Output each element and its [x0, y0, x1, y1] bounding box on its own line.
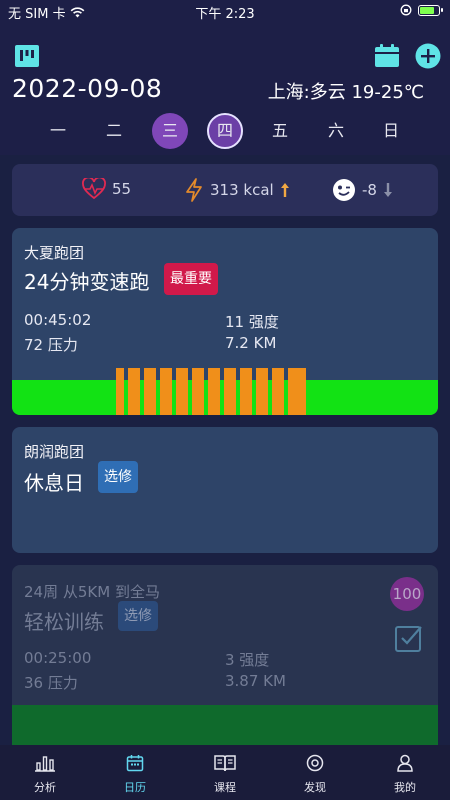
tab-label: 分析: [34, 781, 56, 794]
plan-workout-card[interactable]: 24周 从5KM 到全马 轻松训练 选修 100 00:25:00 3 强度 3…: [12, 565, 438, 745]
battery-icon: [418, 4, 443, 16]
book-icon: [214, 755, 236, 772]
workout-profile-bar: [12, 705, 438, 745]
rest-day-card[interactable]: 朗润跑团 休息日 选修: [12, 427, 438, 553]
club-name: 朗润跑团: [24, 443, 85, 461]
workout-title: 轻松训练: [24, 610, 104, 634]
elective-badge: 选修: [98, 461, 138, 493]
weekday-mon[interactable]: 一: [40, 113, 76, 149]
pressure-value: 72 压力: [24, 336, 78, 354]
weekday-fri[interactable]: 五: [262, 113, 298, 149]
weekday-thu[interactable]: 四: [207, 113, 243, 149]
weather-text: 上海:多云 19-25℃: [267, 82, 424, 103]
schedule-list[interactable]: 55 313 kcal -8 大夏跑团 24分钟变速跑 最重要 00:45:02…: [0, 155, 450, 745]
orientation-lock-icon: [400, 4, 412, 16]
tab-label: 发现: [304, 781, 326, 794]
workout-title: 24分钟变速跑: [24, 270, 150, 294]
workout-title: 休息日: [24, 471, 84, 495]
add-icon[interactable]: [415, 43, 441, 69]
mood-value: -8: [362, 181, 377, 199]
weekday-wed[interactable]: 三: [152, 113, 188, 149]
weekday-sun[interactable]: 日: [373, 113, 409, 149]
mood-face-icon: [333, 179, 355, 201]
calorie-value: 313 kcal: [210, 181, 274, 199]
energy-icon: [186, 178, 202, 202]
tab-label: 我的: [394, 781, 416, 794]
week-selector: 一 二 三 四 五 六 日: [0, 113, 450, 149]
club-name: 大夏跑团: [24, 244, 85, 262]
tab-profile[interactable]: 我的: [370, 754, 440, 795]
board-icon[interactable]: [14, 44, 40, 68]
calendar-icon: [126, 755, 144, 772]
arrow-down-icon: [383, 183, 392, 197]
heart-stat: 55: [82, 178, 131, 200]
tab-courses[interactable]: 课程: [190, 754, 260, 795]
date-title[interactable]: 2022-09-08: [12, 74, 162, 103]
clock: 下午 2:23: [195, 7, 255, 22]
score-badge: 100: [390, 577, 424, 611]
pressure-value: 36 压力: [24, 674, 78, 692]
distance-value: 3.87 KM: [225, 672, 286, 690]
tab-analysis[interactable]: 分析: [10, 754, 80, 795]
compass-icon: [306, 754, 324, 772]
daily-stats: 55 313 kcal -8: [12, 164, 438, 216]
chart-icon: [35, 756, 55, 772]
checkbox-icon[interactable]: [394, 623, 424, 653]
tab-discover[interactable]: 发现: [280, 754, 350, 795]
mood-stat: -8: [332, 178, 393, 202]
duration-value: 00:25:00: [24, 649, 92, 667]
weekday-sat[interactable]: 六: [318, 113, 354, 149]
user-icon: [397, 754, 413, 772]
heart-value: 55: [112, 180, 132, 198]
calorie-stat: 313 kcal: [184, 178, 290, 202]
plan-name: 24周 从5KM 到全马: [24, 583, 160, 601]
distance-value: 7.2 KM: [225, 334, 277, 352]
arrow-up-icon: [280, 183, 289, 197]
interval-chart: [116, 368, 306, 415]
intensity-value: 11 强度: [225, 313, 279, 331]
duration-value: 00:45:02: [24, 311, 92, 329]
calendar-icon[interactable]: [374, 44, 400, 68]
weekday-tue[interactable]: 二: [96, 113, 132, 149]
priority-badge: 最重要: [164, 263, 218, 295]
tab-calendar[interactable]: 日历: [100, 754, 170, 795]
heart-rate-icon: [82, 178, 106, 200]
bottom-tab-bar: 分析 日历 课程 发现 我的: [0, 745, 450, 800]
intensity-value: 3 强度: [225, 651, 270, 669]
tab-label: 日历: [124, 781, 146, 794]
tab-label: 课程: [214, 781, 236, 794]
workout-card[interactable]: 大夏跑团 24分钟变速跑 最重要 00:45:02 11 强度 72 压力 7.…: [12, 228, 438, 415]
status-bar: 无 SIM 卡 下午 2:23: [0, 0, 450, 22]
elective-badge: 选修: [118, 601, 158, 631]
